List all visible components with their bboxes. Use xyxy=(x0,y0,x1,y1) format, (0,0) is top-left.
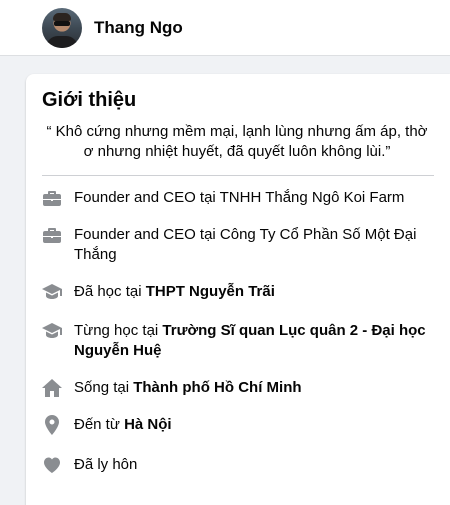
intro-item-work-1: Founder and CEO tại TNHH Thắng Ngô Koi F… xyxy=(42,188,442,208)
intro-items: Founder and CEO tại TNHH Thắng Ngô Koi F… xyxy=(42,188,434,475)
profile-header: Thang Ngo xyxy=(0,0,450,56)
intro-item-education-1: Đã học tại THPT Nguyễn Trãi xyxy=(42,282,442,302)
briefcase-icon xyxy=(42,188,62,208)
intro-item-label: Sống tại Thành phố Hồ Chí Minh xyxy=(74,379,302,396)
intro-bio: “ Khô cứng nhưng mềm mại, lạnh lùng nhưn… xyxy=(46,123,428,160)
intro-item-label: Từng học tại Trường Sĩ quan Lục quân 2 -… xyxy=(74,322,426,359)
intro-title: Giới thiệu xyxy=(42,89,137,111)
intro-item-from: Đến từ Hà Nội xyxy=(42,415,442,435)
avatar[interactable] xyxy=(42,7,82,48)
intro-item-label: Đến từ Hà Nội xyxy=(74,416,172,433)
intro-item-label: Đã ly hôn xyxy=(74,456,138,473)
home-icon xyxy=(42,378,62,398)
intro-item-label: Đã học tại THPT Nguyễn Trãi xyxy=(74,283,275,300)
graduation-cap-icon xyxy=(42,282,62,302)
intro-item-label: Founder and CEO tại TNHH Thắng Ngô Koi F… xyxy=(74,189,405,206)
intro-item-relationship: Đã ly hôn xyxy=(42,455,442,475)
heart-icon xyxy=(42,455,62,475)
intro-item-education-2: Từng học tại Trường Sĩ quan Lục quân 2 -… xyxy=(42,321,442,361)
intro-item-work-2: Founder and CEO tại Công Ty Cổ Phần Số M… xyxy=(42,225,442,265)
profile-name[interactable]: Thang Ngo xyxy=(94,18,183,38)
briefcase-icon xyxy=(42,225,62,245)
location-pin-icon xyxy=(42,415,62,435)
intro-item-lives-in: Sống tại Thành phố Hồ Chí Minh xyxy=(42,378,442,398)
graduation-cap-icon xyxy=(42,321,62,341)
intro-item-label: Founder and CEO tại Công Ty Cổ Phần Số M… xyxy=(74,226,417,263)
intro-card: Giới thiệu “ Khô cứng nhưng mềm mại, lạn… xyxy=(26,74,450,505)
divider xyxy=(42,175,434,176)
